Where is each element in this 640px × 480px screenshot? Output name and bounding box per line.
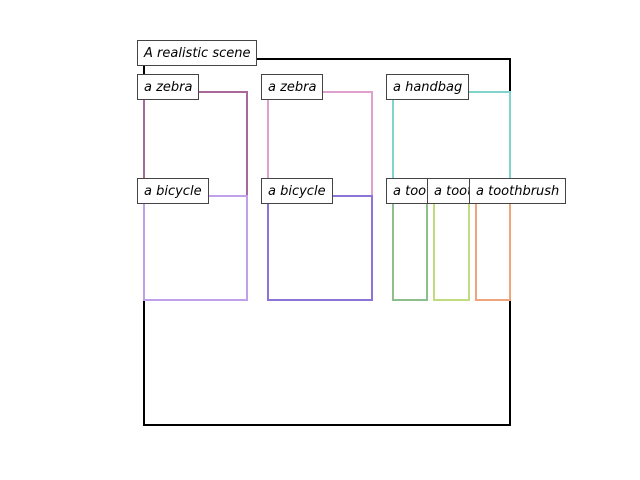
layout-diagram: A realistic scene a zebra a zebra a hand… [0, 0, 640, 480]
object-label-bicycle-1: a bicycle [137, 178, 209, 204]
object-label-zebra-1: a zebra [137, 74, 200, 100]
object-box-toothbrush-3 [475, 195, 511, 301]
object-box-toothbrush-2 [433, 195, 470, 301]
bounding-box-canvas [143, 58, 511, 426]
scene-frame [143, 58, 511, 426]
object-label-bicycle-2: a bicycle [261, 178, 333, 204]
object-label-toothbrush-3: a toothbrush [469, 178, 567, 204]
object-label-zebra-2: a zebra [261, 74, 324, 100]
scene-label: A realistic scene [137, 40, 258, 66]
object-box-bicycle-1 [143, 195, 248, 301]
object-box-toothbrush-1 [392, 195, 428, 301]
object-label-handbag: a handbag [386, 74, 470, 100]
object-box-bicycle-2 [267, 195, 373, 301]
